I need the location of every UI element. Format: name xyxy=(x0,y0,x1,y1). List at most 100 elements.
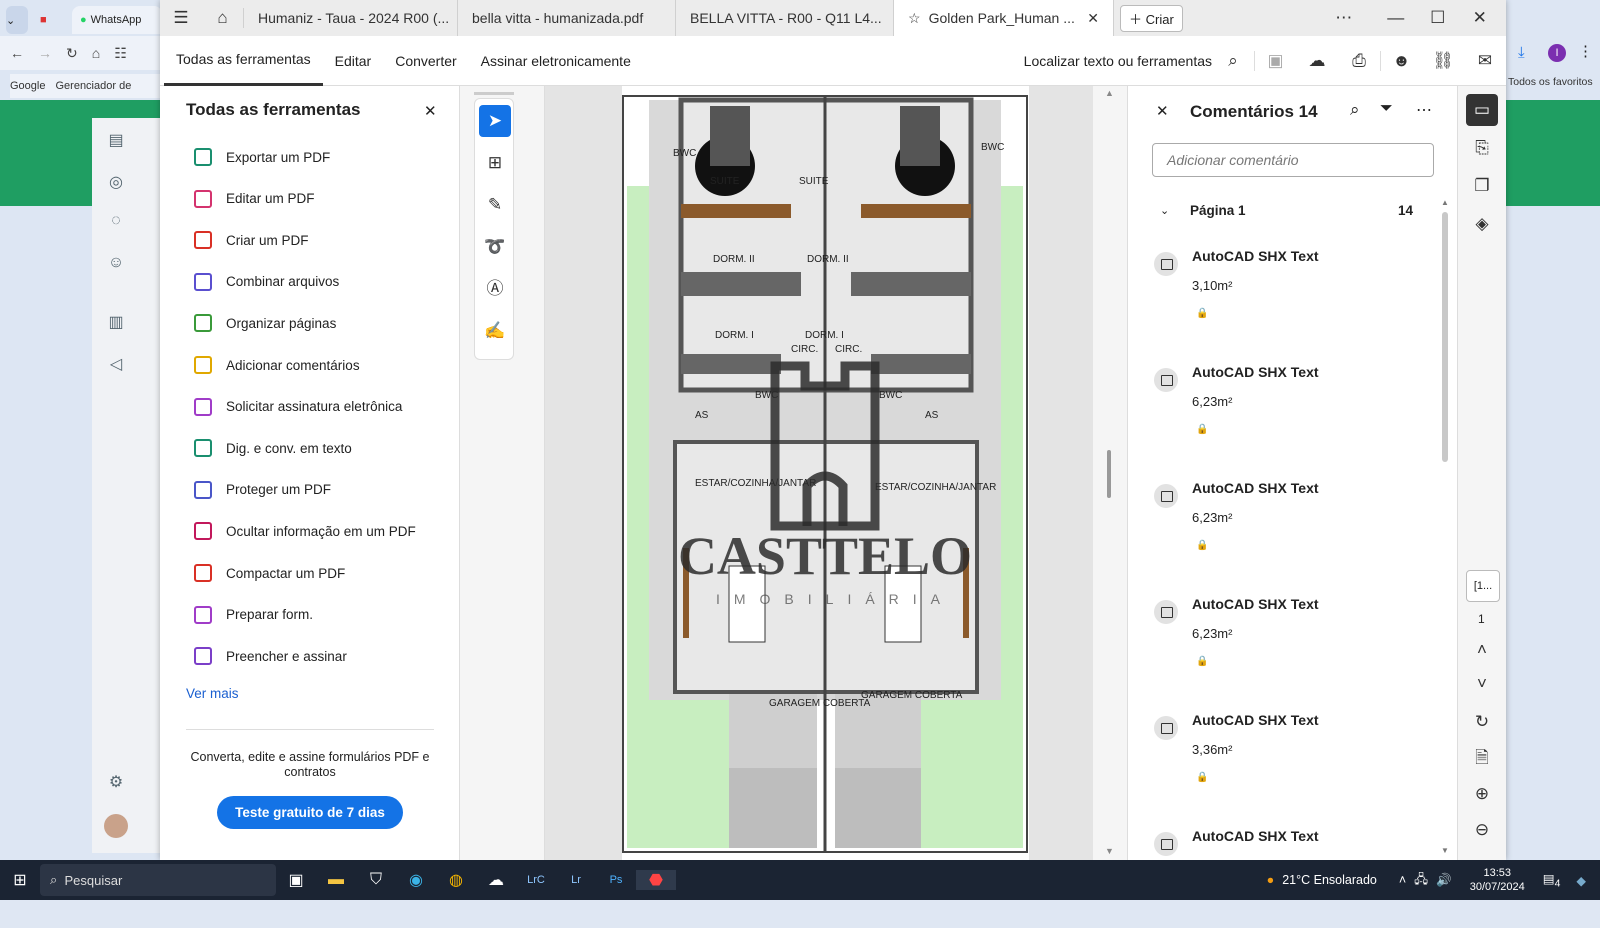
megaphone-icon[interactable]: ◁ xyxy=(104,354,128,378)
sign-icon[interactable]: ✍ xyxy=(479,315,511,347)
next-page-icon[interactable]: ˅ xyxy=(1466,668,1498,700)
tray-chevron-icon[interactable]: ˄ xyxy=(1399,873,1406,887)
lightroom-classic-icon[interactable]: LrC xyxy=(516,874,556,886)
search-comments-icon[interactable]: ⌕ xyxy=(1350,100,1360,120)
channels-icon[interactable]: ◌ xyxy=(104,212,128,236)
tab-bella-vitta-r00[interactable]: BELLA VITTA - R00 - Q11 L4... xyxy=(676,0,894,36)
comments-scroll-thumb[interactable] xyxy=(1442,212,1448,462)
bookmark-gerenciador[interactable]: Gerenciador de xyxy=(55,80,131,92)
search-icon[interactable]: ⌕ xyxy=(1212,51,1254,71)
photoshop-icon[interactable]: Ps xyxy=(596,874,636,886)
chrome-icon[interactable]: ◍ xyxy=(436,870,476,890)
save-icon[interactable]: ▣ xyxy=(1254,50,1296,71)
youtube-tab-icon[interactable]: ■ xyxy=(40,6,60,34)
share-user-icon[interactable]: ☻ xyxy=(1380,50,1422,71)
tool-item[interactable]: Preencher e assinar xyxy=(194,647,347,666)
upload-cloud-icon[interactable]: ☁ xyxy=(1296,51,1338,71)
tab-bella-vitta[interactable]: bella vitta - humanizada.pdf xyxy=(458,0,676,36)
all-bookmarks[interactable]: Todos os favoritos xyxy=(1508,76,1593,88)
network-icon[interactable]: 🖧 xyxy=(1414,870,1428,891)
more-options-icon[interactable]: ⋯ xyxy=(1416,100,1432,120)
tool-item[interactable]: Dig. e conv. em texto xyxy=(194,439,352,458)
tool-item[interactable]: Combinar arquivos xyxy=(194,272,339,291)
speaker-icon[interactable]: 🔊 xyxy=(1436,873,1452,888)
document-viewer[interactable]: SUITE SUITE DORM. II DORM. II DORM. I DORM. I… xyxy=(545,86,1093,860)
filter-icon[interactable]: ⏷ xyxy=(1380,100,1393,118)
back-icon[interactable]: ← xyxy=(10,45,24,61)
comment-item[interactable]: AutoCAD SHX Text 3,10m² 🔒 xyxy=(1154,248,1434,348)
profile-avatar[interactable]: I xyxy=(1548,44,1566,62)
security-icon[interactable]: ⛉ xyxy=(356,871,396,889)
home-icon[interactable]: ⌂ xyxy=(92,45,100,61)
free-trial-button[interactable]: Teste gratuito de 7 dias xyxy=(217,796,403,829)
tool-item[interactable]: Proteger um PDF xyxy=(194,480,331,499)
communities-icon[interactable]: ☺ xyxy=(104,254,128,278)
create-button[interactable]: ＋ Criar xyxy=(1120,4,1183,32)
close-window-icon[interactable]: ✕ xyxy=(1459,8,1501,28)
weather-text[interactable]: 21°C Ensolarado xyxy=(1282,873,1377,887)
clock[interactable]: 13:53 30/07/2024 xyxy=(1470,866,1525,894)
page-group-label[interactable]: Página 1 xyxy=(1190,203,1246,218)
close-tab-icon[interactable]: ✕ xyxy=(1087,10,1099,27)
weather-icon[interactable]: ● xyxy=(1267,873,1275,887)
tab-search-button[interactable]: ⌄ xyxy=(6,6,28,34)
menu-all-tools[interactable]: Todas as ferramentas xyxy=(164,36,323,86)
tool-item[interactable]: Exportar um PDF xyxy=(194,148,330,166)
menu-edit[interactable]: Editar xyxy=(323,36,384,86)
avatar[interactable] xyxy=(104,814,128,838)
more-icon[interactable]: ⋯ xyxy=(1323,8,1365,28)
menu-sign[interactable]: Assinar eletronicamente xyxy=(469,36,643,86)
page-extract-icon[interactable]: 🗎 xyxy=(1466,742,1498,774)
app-icon[interactable]: ☁ xyxy=(476,870,516,890)
mail-icon[interactable]: ✉ xyxy=(1464,51,1506,71)
download-icon[interactable]: ⤓ xyxy=(1518,44,1525,61)
task-view-icon[interactable]: ▣ xyxy=(276,870,316,890)
reload-icon[interactable]: ↻ xyxy=(66,45,78,62)
minimize-icon[interactable]: — xyxy=(1375,8,1417,28)
close-panel-icon[interactable]: ✕ xyxy=(424,102,437,120)
edge-icon[interactable]: ◉ xyxy=(396,870,436,890)
acrobat-icon[interactable]: ⬣ xyxy=(636,870,676,890)
store-icon[interactable]: ▥ xyxy=(104,312,128,336)
maximize-icon[interactable]: ☐ xyxy=(1417,8,1459,28)
tool-item[interactable]: Criar um PDF xyxy=(194,231,309,250)
page-number-input[interactable]: [1... xyxy=(1466,570,1500,602)
tab-golden-park[interactable]: ☆ Golden Park_Human ... ✕ xyxy=(894,0,1114,36)
comment-item[interactable]: AutoCAD SHX Text 6,23m² 🔒 xyxy=(1154,596,1434,696)
chats-icon[interactable]: ▤ xyxy=(104,130,128,154)
print-icon[interactable]: ⎙ xyxy=(1338,51,1380,71)
notifications-icon[interactable]: ▤4 xyxy=(1543,871,1561,890)
zoom-out-icon[interactable]: ⊖ xyxy=(1466,814,1498,846)
add-comment-icon[interactable]: ⊞ xyxy=(479,147,511,179)
collapse-page-icon[interactable]: ⌄ xyxy=(1160,204,1169,217)
find-tools[interactable]: Localizar texto ou ferramentas xyxy=(1024,53,1212,69)
add-comment-input[interactable]: Adicionar comentário xyxy=(1152,143,1434,177)
status-icon[interactable]: ◎ xyxy=(104,172,128,196)
tool-item[interactable]: Solicitar assinatura eletrônica xyxy=(194,397,402,416)
bookmark-google[interactable]: Google xyxy=(10,80,45,92)
hamburger-menu-icon[interactable]: ☰ xyxy=(160,8,202,28)
windows-start-icon[interactable]: ⊞ xyxy=(0,870,40,890)
text-box-icon[interactable]: Ⓐ xyxy=(479,273,511,305)
taskbar-search[interactable]: ⌕ Pesquisar xyxy=(40,864,276,896)
rotate-icon[interactable]: ↻ xyxy=(1466,706,1498,738)
home-icon[interactable]: ⌂ xyxy=(202,8,244,28)
tab-humaniz[interactable]: Humaniz - Taua - 2024 R00 (... xyxy=(244,0,458,36)
select-cursor-icon[interactable]: ➤ xyxy=(479,105,511,137)
scroll-thumb[interactable] xyxy=(1107,450,1111,498)
document-scrollbar[interactable]: ▲ ▼ xyxy=(1093,86,1127,860)
comments-rail-icon[interactable]: ▭ xyxy=(1466,94,1498,126)
zoom-in-icon[interactable]: ⊕ xyxy=(1466,778,1498,810)
comment-item[interactable]: AutoCAD SHX Text 6,23m² 🔒 xyxy=(1154,364,1434,464)
file-explorer-icon[interactable]: ▬ xyxy=(316,871,356,889)
tool-item[interactable]: Preparar form. xyxy=(194,605,313,624)
tab-whatsapp[interactable]: ● WhatsApp xyxy=(72,6,162,34)
comment-item[interactable]: AutoCAD SHX Text 3,36m² 🔒 xyxy=(1154,712,1434,812)
site-info-icon[interactable]: ☷ xyxy=(114,45,127,62)
draw-freehand-icon[interactable]: ➰ xyxy=(479,231,511,263)
tool-item[interactable]: Editar um PDF xyxy=(194,189,315,208)
see-more-link[interactable]: Ver mais xyxy=(186,686,239,701)
tool-item[interactable]: Ocultar informação em um PDF xyxy=(194,522,416,541)
tool-item[interactable]: Compactar um PDF xyxy=(194,564,345,582)
menu-convert[interactable]: Converter xyxy=(383,36,468,86)
